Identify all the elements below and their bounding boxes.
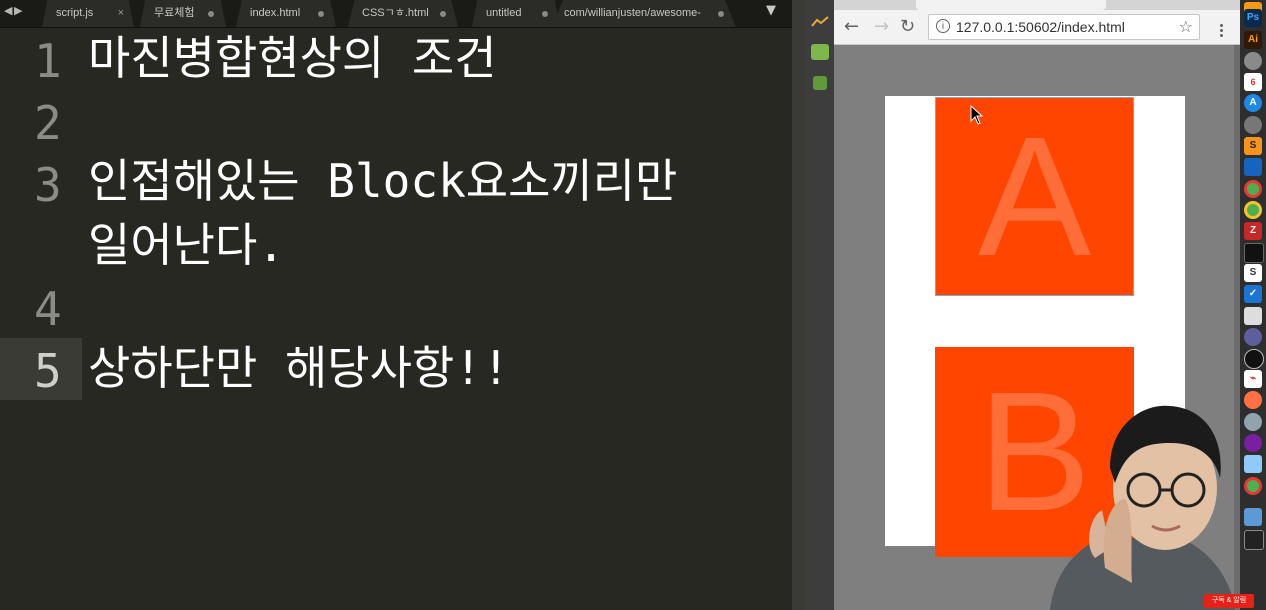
side-toolbar <box>806 0 834 610</box>
browser-toolbar: ← → ↻ i 127.0.0.1:50602/index.html ☆ <box>834 10 1240 45</box>
rocket-icon[interactable] <box>1244 52 1262 70</box>
editor-tab-script-js[interactable]: script.js × <box>42 0 134 27</box>
preview-icon[interactable] <box>1244 455 1262 473</box>
editor-tab-index-html[interactable]: index.html <box>236 0 336 27</box>
safari-icon[interactable] <box>1244 413 1262 431</box>
editor-tab-label: script.js <box>56 7 94 19</box>
chrome-icon[interactable] <box>1244 180 1262 198</box>
address-bar[interactable]: i 127.0.0.1:50602/index.html ☆ <box>928 14 1200 40</box>
acrobat-icon[interactable]: ⌁ <box>1244 370 1262 388</box>
editor-tab-trial[interactable]: 무료체험 <box>140 0 226 27</box>
box-a: A <box>935 97 1134 296</box>
editor-tab-label: untitled <box>486 7 522 19</box>
line-number-active: 5 <box>34 344 62 398</box>
unsaved-dot-icon <box>718 11 724 17</box>
editor-tab-bar: ◀ ▶ script.js × 무료체험 index.html CSSㄱㅎ.ht… <box>0 0 792 28</box>
unsaved-dot-icon <box>318 11 324 17</box>
sourcetree-icon[interactable] <box>1244 158 1262 176</box>
forward-arrow-icon[interactable]: → <box>874 16 889 38</box>
bookmark-star-icon[interactable]: ☆ <box>1179 17 1193 36</box>
photoshop-icon[interactable]: Ps <box>1244 9 1262 27</box>
info-icon[interactable]: i <box>936 19 950 33</box>
close-icon[interactable]: × <box>118 0 124 27</box>
back-arrow-icon[interactable]: ← <box>844 16 859 38</box>
editor-tab-awesome[interactable]: com/willianjusten/awesome- <box>552 0 736 27</box>
iterm-icon[interactable] <box>1244 349 1264 369</box>
browser-tab-active[interactable] <box>916 0 1106 10</box>
terminal-icon[interactable] <box>1244 243 1264 263</box>
gift-icon[interactable] <box>813 76 827 90</box>
chrome-icon[interactable] <box>1244 477 1262 495</box>
activity-icon[interactable] <box>1244 307 1262 325</box>
battery-icon[interactable] <box>811 44 829 60</box>
reload-icon[interactable]: ↻ <box>900 16 915 38</box>
unsaved-dot-icon <box>440 11 446 17</box>
sublime-icon[interactable]: S <box>1244 137 1262 155</box>
activity-graph-icon[interactable] <box>811 14 829 30</box>
sketch-icon[interactable]: S <box>1244 264 1262 282</box>
editor-tab-css-html[interactable]: CSSㄱㅎ.html <box>348 0 458 27</box>
editor-tab-label: CSSㄱㅎ.html <box>362 7 429 19</box>
tab-scroll-left-icon[interactable]: ◀ <box>4 4 12 17</box>
browser-menu-icon[interactable] <box>1220 24 1224 40</box>
editor-tab-label: 무료체험 <box>154 7 195 19</box>
code-line[interactable]: 인접해있는 Block요소끼리만 <box>88 158 677 204</box>
editor-tab-untitled[interactable]: untitled <box>472 0 560 27</box>
firefox-icon[interactable] <box>1244 391 1262 409</box>
app-dock: Ps Ai 6 A S Z S ✓ ⌁ <box>1240 0 1266 610</box>
code-line-active[interactable]: 상하단만 해당사항!! <box>88 345 510 391</box>
calendar-icon[interactable]: 6 <box>1244 73 1262 91</box>
chrome-icon[interactable] <box>1244 201 1262 219</box>
line-number: 1 <box>34 34 62 88</box>
tab-scroll-right-icon[interactable]: ▶ <box>14 4 22 17</box>
settings-icon[interactable] <box>1244 116 1262 134</box>
mouse-cursor-icon <box>970 105 984 125</box>
filezilla-icon[interactable]: Z <box>1244 222 1262 240</box>
browser-tab-strip <box>834 0 1240 10</box>
code-editor[interactable]: ◀ ▶ script.js × 무료체험 index.html CSSㄱㅎ.ht… <box>0 0 806 610</box>
box-label: A <box>977 101 1092 292</box>
subscribe-badge[interactable]: 구독 & 알림 <box>1204 594 1254 608</box>
editor-tab-label: index.html <box>250 7 301 19</box>
editor-minimap-scrollbar[interactable] <box>792 0 806 610</box>
tasks-icon[interactable]: ✓ <box>1244 285 1262 303</box>
presenter-webcam-overlay <box>1050 405 1235 610</box>
itunes-icon[interactable] <box>1244 434 1262 452</box>
illustrator-icon[interactable]: Ai <box>1244 31 1262 49</box>
unsaved-dot-icon <box>208 11 214 17</box>
editor-tab-label: com/willianjusten/awesome- <box>564 7 701 19</box>
code-line-wrapped[interactable]: 일어난다. <box>88 222 285 268</box>
url-text: 127.0.0.1:50602/index.html <box>956 19 1125 35</box>
code-line[interactable]: 마진병합현상의 조건 <box>88 35 497 81</box>
appstore-icon[interactable]: A <box>1244 94 1262 112</box>
tab-list-dropdown-icon[interactable]: ▼ <box>766 3 776 18</box>
unsaved-dot-icon <box>542 11 548 17</box>
terminal-icon[interactable] <box>1244 530 1264 550</box>
keynote-icon[interactable] <box>1244 328 1262 346</box>
line-number: 4 <box>34 282 62 336</box>
line-number: 3 <box>34 158 62 212</box>
line-number: 2 <box>34 96 62 150</box>
folder-icon[interactable] <box>1244 508 1262 526</box>
